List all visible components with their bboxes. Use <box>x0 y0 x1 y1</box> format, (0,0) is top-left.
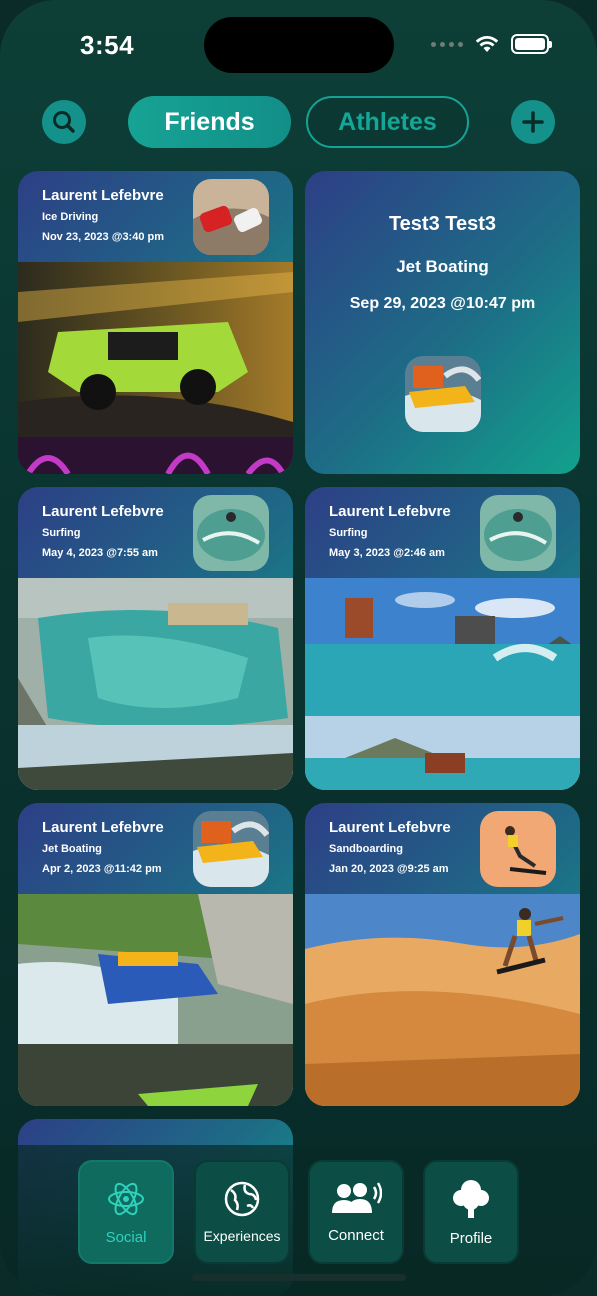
feed-card[interactable]: Laurent Lefebvre Jet Boating Apr 2, 2023… <box>18 803 293 1106</box>
card-thumbnail <box>193 811 269 887</box>
card-header: Laurent Lefebvre Ice Driving Nov 23, 202… <box>18 171 293 262</box>
card-sport: Ice Driving <box>42 211 99 223</box>
nav-social[interactable]: Social <box>78 1160 174 1264</box>
feed-card[interactable]: Laurent Lefebvre Surfing May 4, 2023 @7:… <box>18 487 293 790</box>
card-header: Laurent Lefebvre Jet Boating Apr 2, 2023… <box>18 803 293 894</box>
card-photo <box>18 578 293 790</box>
card-user-name: Laurent Lefebvre <box>329 503 451 520</box>
nav-connect[interactable]: Connect <box>308 1160 404 1264</box>
plus-icon <box>522 111 544 133</box>
status-icons <box>431 34 552 54</box>
nav-experiences[interactable]: Experiences <box>194 1160 290 1264</box>
signal-icon <box>431 41 463 47</box>
card-user-name: Laurent Lefebvre <box>42 187 164 204</box>
search-icon <box>53 111 75 133</box>
card-sport: Sandboarding <box>329 843 403 855</box>
card-photo <box>305 894 580 1106</box>
card-thumbnail <box>193 495 269 571</box>
nav-profile[interactable]: Profile <box>423 1160 519 1264</box>
wifi-icon <box>475 36 499 52</box>
tree-icon <box>453 1179 489 1218</box>
add-button[interactable] <box>511 100 555 144</box>
card-thumbnail <box>480 495 556 571</box>
nav-profile-label: Profile <box>449 1229 493 1247</box>
dynamic-island <box>204 17 394 73</box>
app-screen: 3:54 Friends Athletes Laurent Lefebvre I… <box>0 0 597 1296</box>
card-sport: Jet Boating <box>396 257 489 276</box>
card-user-name: Test3 Test3 <box>388 213 497 235</box>
card-header: Laurent Lefebvre Surfing May 3, 2023 @2:… <box>305 487 580 578</box>
card-thumbnail <box>405 356 481 432</box>
card-thumbnail <box>193 179 269 255</box>
card-sport: Jet Boating <box>42 843 102 855</box>
card-photo <box>18 262 293 474</box>
card-user-name: Laurent Lefebvre <box>42 819 164 836</box>
status-time: 3:54 <box>80 30 135 60</box>
card-photo <box>305 578 580 790</box>
nav-experiences-label: Experiences <box>203 1228 281 1244</box>
home-indicator[interactable] <box>192 1274 406 1281</box>
atom-icon <box>108 1182 144 1215</box>
nav-connect-label: Connect <box>328 1226 384 1244</box>
feed-card[interactable]: Laurent Lefebvre Ice Driving Nov 23, 202… <box>18 171 293 474</box>
card-header: Laurent Lefebvre Surfing May 4, 2023 @7:… <box>18 487 293 578</box>
search-button[interactable] <box>42 100 86 144</box>
feed-card[interactable]: Laurent Lefebvre Surfing May 3, 2023 @2:… <box>305 487 580 790</box>
card-user-name: Laurent Lefebvre <box>42 503 164 520</box>
battery-icon <box>511 34 552 54</box>
card-date: Apr 2, 2023 @11:42 pm <box>42 863 162 875</box>
card-date: May 4, 2023 @7:55 am <box>42 547 158 559</box>
feed-card[interactable]: Laurent Lefebvre Sandboarding Jan 20, 20… <box>305 803 580 1106</box>
card-date: May 3, 2023 @2:46 am <box>329 547 445 559</box>
card-thumbnail <box>480 811 556 887</box>
card-photo <box>18 894 293 1106</box>
feed-card[interactable]: Test3 Test3 Jet Boating Sep 29, 2023 @10… <box>305 171 580 474</box>
card-date: Jan 20, 2023 @9:25 am <box>329 863 449 875</box>
card-date: Nov 23, 2023 @3:40 pm <box>42 231 165 243</box>
tab-athletes[interactable]: Athletes <box>306 96 469 148</box>
nav-social-label: Social <box>105 1228 147 1246</box>
card-date: Sep 29, 2023 @10:47 pm <box>349 295 536 312</box>
card-sport: Surfing <box>329 527 368 539</box>
card-user-name: Laurent Lefebvre <box>329 819 451 836</box>
card-sport: Surfing <box>42 527 81 539</box>
globe-icon <box>224 1181 260 1217</box>
people-icon <box>332 1181 382 1213</box>
tab-friends[interactable]: Friends <box>128 96 291 148</box>
card-header: Laurent Lefebvre Sandboarding Jan 20, 20… <box>305 803 580 894</box>
